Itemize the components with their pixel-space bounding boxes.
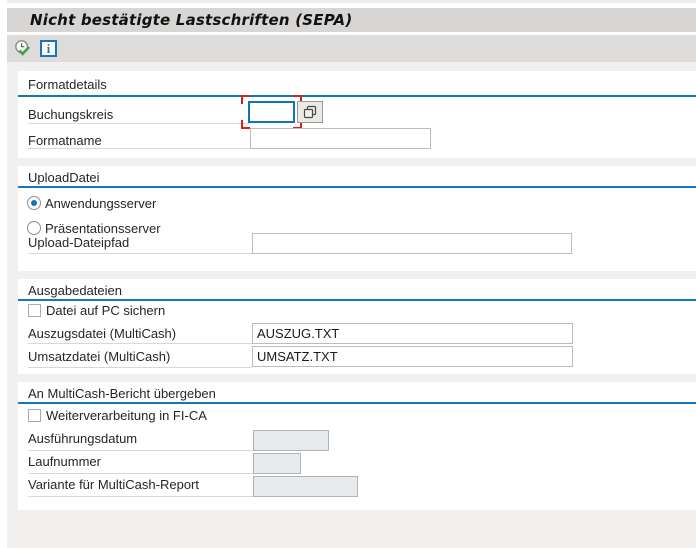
radio-label-praesentationsserver: Präsentationsserver <box>45 221 161 236</box>
sap-window: Nicht bestätigte Lastschriften (SEPA) i … <box>0 0 696 548</box>
row-divider <box>28 473 253 474</box>
field-label-laufnummer: Laufnummer <box>28 454 101 469</box>
section-multicash-bericht: An MultiCash-Bericht übergeben Weiterver… <box>18 382 696 510</box>
checkbox-label-datei-auf-pc: Datei auf PC sichern <box>46 303 165 318</box>
field-label-upload-dateipfad: Upload-Dateipfad <box>28 235 129 250</box>
section-title: An MultiCash-Bericht übergeben <box>28 386 216 401</box>
row-divider <box>28 148 250 149</box>
value-help-icon <box>302 104 318 120</box>
section-title: UploadDatei <box>28 170 100 185</box>
umsatzdatei-input[interactable] <box>252 346 573 367</box>
buchungskreis-input[interactable] <box>248 101 295 123</box>
field-label-ausfuehrungsdatum: Ausführungsdatum <box>28 431 137 446</box>
row-divider <box>28 253 252 254</box>
section-underline <box>18 186 696 188</box>
variante-field-disabled <box>253 476 358 497</box>
checkbox-label-weiterverarbeitung: Weiterverarbeitung in FI-CA <box>46 408 207 423</box>
row-divider <box>28 450 253 451</box>
row-divider <box>28 367 252 368</box>
laufnummer-field-disabled <box>253 453 301 474</box>
field-label-auszugsdatei: Auszugsdatei (MultiCash) <box>28 326 176 341</box>
radio-praesentationsserver[interactable] <box>27 221 41 235</box>
execute-clock-check-icon <box>13 39 32 58</box>
radio-anwendungsserver[interactable] <box>27 196 41 210</box>
row-divider <box>28 123 250 124</box>
auszugsdatei-input[interactable] <box>252 323 573 344</box>
page-title: Nicht bestätigte Lastschriften (SEPA) <box>30 11 352 29</box>
top-strip <box>7 0 696 3</box>
formatname-field <box>250 128 431 149</box>
checkbox-datei-auf-pc[interactable] <box>28 304 41 317</box>
formatname-input[interactable] <box>256 129 436 148</box>
section-formatdetails: Formatdetails Buchungskreis Formatname <box>18 71 696 158</box>
title-bar: Nicht bestätigte Lastschriften (SEPA) <box>7 8 696 32</box>
section-title: Formatdetails <box>28 77 107 92</box>
app-toolbar: i <box>7 35 696 62</box>
section-title: Ausgabedateien <box>28 283 122 298</box>
row-divider <box>28 343 252 344</box>
row-divider <box>28 496 253 497</box>
info-button[interactable]: i <box>37 37 60 60</box>
info-icon: i <box>40 40 57 57</box>
checkbox-weiterverarbeitung[interactable] <box>28 409 41 422</box>
field-label-buchungskreis: Buchungskreis <box>28 107 113 122</box>
section-ausgabedateien: Ausgabedateien Datei auf PC sichern Ausz… <box>18 279 696 374</box>
execute-button[interactable] <box>11 37 34 60</box>
upload-dateipfad-input[interactable] <box>252 233 572 254</box>
field-label-variante: Variante für MultiCash-Report <box>28 477 199 492</box>
field-label-umsatzdatei: Umsatzdatei (MultiCash) <box>28 349 170 364</box>
value-help-button[interactable] <box>297 101 323 123</box>
section-underline <box>18 299 696 301</box>
section-underline <box>18 402 696 404</box>
section-underline <box>18 95 696 97</box>
field-label-formatname: Formatname <box>28 133 102 148</box>
ausfuehrungsdatum-field-disabled <box>253 430 329 451</box>
section-uploaddatei: UploadDatei Anwendungsserver Präsentatio… <box>18 166 696 271</box>
radio-label-anwendungsserver: Anwendungsserver <box>45 196 156 211</box>
svg-text:i: i <box>47 42 51 56</box>
